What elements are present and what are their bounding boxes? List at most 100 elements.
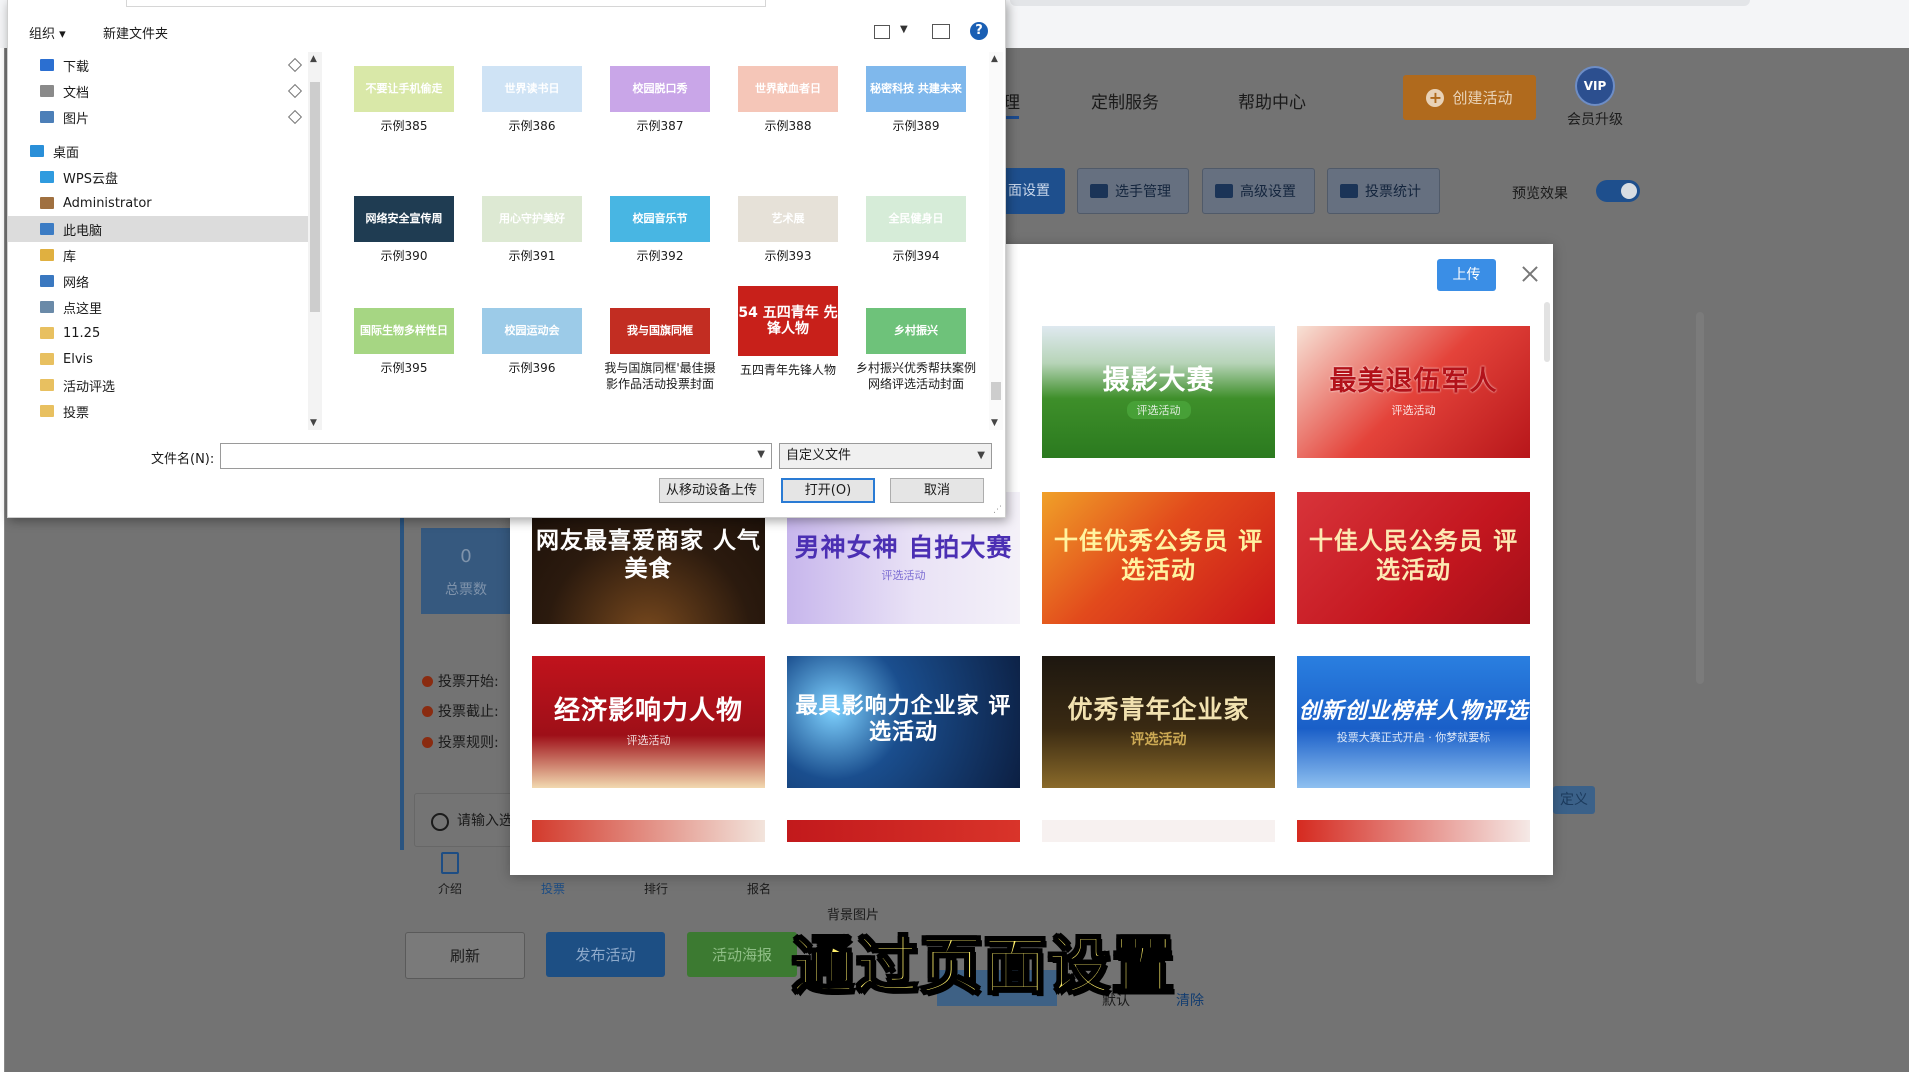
chevron-down-icon[interactable]: ▼: [900, 24, 908, 35]
template-tile[interactable]: 十佳优秀公务员 评选活动: [1042, 492, 1275, 624]
nav-item[interactable]: 下载: [8, 52, 308, 78]
tab-ranking[interactable]: 排行: [636, 880, 676, 897]
template-tile[interactable]: [787, 820, 1020, 842]
file-item[interactable]: 网络安全宣传周 示例390: [344, 196, 464, 264]
nav-item-label: WPS云盘: [63, 171, 118, 187]
close-icon[interactable]: [1515, 260, 1545, 290]
template-tile[interactable]: 最具影响力企业家 评选活动: [787, 656, 1020, 788]
template-tile[interactable]: 最美退伍军人 评选活动: [1297, 326, 1530, 458]
nav-item[interactable]: 文档: [8, 78, 308, 104]
scrollbar-thumb[interactable]: [991, 382, 1001, 400]
tab-intro[interactable]: 介绍: [430, 880, 470, 897]
file-item[interactable]: 艺术展 示例393: [728, 196, 848, 264]
vote-stats-tab[interactable]: 投票统计: [1327, 168, 1440, 214]
template-tile[interactable]: 十佳人民公务员 评选活动: [1297, 492, 1530, 624]
nav-item[interactable]: 活动评选: [8, 372, 308, 398]
upload-button[interactable]: 上传: [1437, 259, 1496, 291]
nav-item[interactable]: 点这里: [8, 294, 308, 320]
nav-help-center[interactable]: 帮助中心: [1238, 88, 1306, 113]
pin-icon[interactable]: [287, 83, 303, 99]
file-item[interactable]: 世界献血者日 示例388: [728, 66, 848, 134]
template-tile[interactable]: [1042, 820, 1275, 842]
organize-menu[interactable]: 组织 ▾: [29, 23, 66, 42]
help-icon[interactable]: ?: [970, 22, 988, 40]
resize-grip-icon[interactable]: ⋰: [993, 505, 1002, 515]
template-tile[interactable]: 摄影大赛 评选活动: [1042, 326, 1275, 458]
file-item[interactable]: 秘密科技 共建未来 示例389: [856, 66, 976, 134]
nav-item[interactable]: Elvis: [8, 346, 308, 372]
scroll-up-icon[interactable]: ▲: [310, 54, 317, 64]
file-name: 示例387: [636, 119, 684, 133]
folder-icon: [40, 327, 54, 339]
preview-pane-icon[interactable]: [932, 24, 950, 39]
file-item[interactable]: 国际生物多样性日 示例395: [344, 308, 464, 376]
preview-effect-toggle[interactable]: [1596, 180, 1640, 202]
clear-link[interactable]: 清除: [1176, 990, 1204, 1010]
tab-vote[interactable]: 投票: [533, 880, 573, 897]
upload-from-device-button[interactable]: 从移动设备上传: [659, 478, 764, 503]
modal-scrollbar[interactable]: [1544, 302, 1550, 362]
pin-icon[interactable]: [287, 109, 303, 125]
open-button[interactable]: 打开(O): [781, 478, 875, 503]
scroll-down-icon[interactable]: ▼: [310, 418, 317, 428]
nav-custom-service[interactable]: 定制服务: [1091, 88, 1159, 113]
file-item[interactable]: 用心守护美好 示例391: [472, 196, 592, 264]
folder-icon: [40, 85, 54, 97]
new-folder-button[interactable]: 新建文件夹: [103, 23, 168, 42]
create-activity-button[interactable]: + 创建活动: [1403, 75, 1536, 120]
folder-icon: [40, 379, 54, 391]
template-tile[interactable]: 经济影响力人物 评选活动: [532, 656, 765, 788]
nav-item[interactable]: Administrator: [8, 190, 308, 216]
nav-item[interactable]: 投票: [8, 398, 308, 424]
pin-icon[interactable]: [287, 57, 303, 73]
file-list-scrollbar[interactable]: ▲ ▼: [989, 52, 1003, 430]
chevron-down-icon[interactable]: ▼: [757, 449, 765, 460]
activity-poster-button[interactable]: 活动海报: [687, 932, 797, 977]
file-item[interactable]: 世界读书日 示例386: [472, 66, 592, 134]
file-item[interactable]: 校园音乐节 示例392: [600, 196, 720, 264]
scroll-up-icon[interactable]: ▲: [991, 54, 998, 64]
file-name: 示例396: [508, 361, 556, 375]
file-item[interactable]: 54 五四青年 先锋人物 五四青年先锋人物: [728, 286, 848, 378]
file-item[interactable]: 我与国旗同框 我与国旗同框'最佳摄影作品活动投票封面: [600, 308, 720, 392]
template-tile[interactable]: 优秀青年企业家 评选活动: [1042, 656, 1275, 788]
file-type-select[interactable]: 自定义文件 ▼: [779, 443, 992, 469]
refresh-button[interactable]: 刷新: [405, 932, 525, 979]
folder-icon: [40, 405, 54, 417]
navigation-scrollbar[interactable]: ▲ ▼: [308, 52, 322, 430]
contestants-tab[interactable]: 选手管理: [1077, 168, 1189, 214]
page-settings-tab[interactable]: 面设置: [1000, 168, 1065, 214]
publish-activity-button[interactable]: 发布活动: [546, 932, 665, 977]
tab-register[interactable]: 报名: [739, 880, 779, 897]
filename-input[interactable]: ▼: [220, 443, 772, 469]
template-tile[interactable]: [532, 820, 765, 842]
file-item[interactable]: 不要让手机偷走 示例385: [344, 66, 464, 134]
scrollbar-thumb[interactable]: [310, 82, 320, 312]
nav-item[interactable]: 此电脑: [8, 216, 308, 242]
nav-item[interactable]: WPS云盘: [8, 164, 308, 190]
cancel-button[interactable]: 取消: [890, 478, 984, 503]
custom-define-button[interactable]: 定义: [1553, 786, 1595, 814]
contestant-search-input[interactable]: 请输入选: [414, 793, 514, 847]
view-mode-icon[interactable]: [874, 25, 890, 39]
advanced-settings-tab[interactable]: 高级设置: [1202, 168, 1315, 214]
file-item[interactable]: 校园运动会 示例396: [472, 308, 592, 376]
page-scrollbar[interactable]: [1696, 312, 1704, 684]
advanced-settings-label: 高级设置: [1240, 184, 1296, 200]
file-item[interactable]: 校园脱口秀 示例387: [600, 66, 720, 134]
scroll-down-icon[interactable]: ▼: [991, 418, 998, 428]
file-item[interactable]: 乡村振兴 乡村振兴优秀帮扶案例网络评选活动封面: [856, 308, 976, 392]
nav-item[interactable]: 网络: [8, 268, 308, 294]
nav-item[interactable]: 桌面: [8, 138, 308, 164]
file-item[interactable]: 全民健身日 示例394: [856, 196, 976, 264]
nav-item[interactable]: 11.25: [8, 320, 308, 346]
template-tile[interactable]: 创新创业榜样人物评选 投票大赛正式开启 · 你梦就要标: [1297, 656, 1530, 788]
nav-item[interactable]: 库: [8, 242, 308, 268]
vip-upgrade[interactable]: VIP 会员升级: [1565, 66, 1625, 129]
plus-icon: +: [1426, 88, 1445, 107]
nav-item-label: Elvis: [63, 351, 93, 367]
file-thumbnail: 全民健身日: [866, 196, 966, 242]
template-tile[interactable]: [1297, 820, 1530, 842]
file-thumbnail: 54 五四青年 先锋人物: [738, 286, 838, 356]
nav-item[interactable]: 图片: [8, 104, 308, 130]
